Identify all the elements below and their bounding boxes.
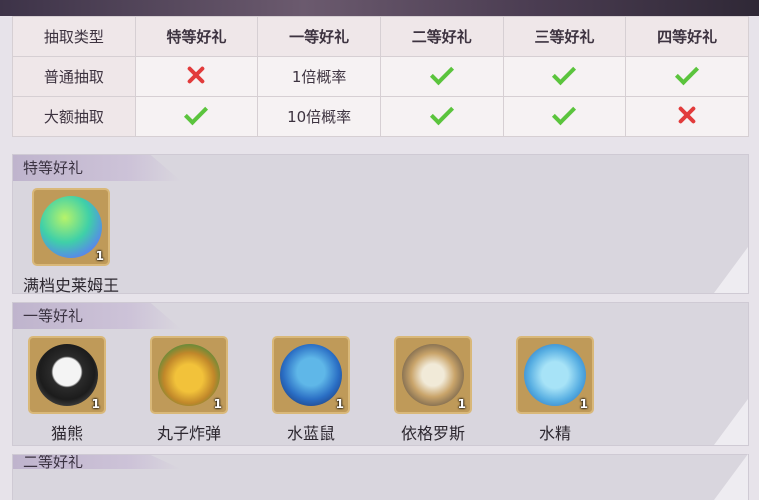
header-first-prize: 一等好礼 (257, 16, 381, 57)
cell-check (379, 96, 504, 137)
header-fourth-prize: 四等好礼 (625, 16, 749, 57)
prize-item[interactable]: 1 依格罗斯 (383, 336, 483, 444)
item-count: 1 (95, 249, 104, 263)
prize-probability-table: 抽取类型 特等好礼 一等好礼 二等好礼 三等好礼 四等好礼 普通抽取 1倍概率 … (12, 16, 749, 137)
header-second-prize: 二等好礼 (379, 16, 504, 57)
item-frame: 1 (28, 336, 106, 414)
item-name: 水精 (538, 424, 571, 443)
cell-probability: 10倍概率 (257, 96, 381, 137)
prize-item[interactable]: 1 水精 (505, 336, 605, 444)
check-icon (552, 60, 577, 85)
check-icon (429, 100, 454, 125)
cell-cross (625, 96, 749, 137)
top-banner-strip (0, 0, 759, 16)
item-frame: 1 (272, 336, 350, 414)
cell-cross (134, 56, 259, 97)
first-prize-section: 一等好礼 1 猫熊 1 丸子炸弹 1 水蓝鼠 1 依格罗斯 1 水精 (12, 302, 749, 446)
water-spirit-icon (524, 344, 586, 406)
item-count: 1 (579, 397, 588, 411)
section-title: 特等好礼 (13, 155, 181, 181)
cell-check (502, 96, 627, 137)
igros-icon (402, 344, 464, 406)
row-label-large-draw: 大额抽取 (12, 96, 136, 137)
prize-item[interactable]: 1 满档史莱姆王 (16, 188, 126, 296)
item-count: 1 (213, 397, 222, 411)
item-name: 依格罗斯 (400, 424, 465, 443)
cross-icon (186, 65, 206, 85)
check-icon (675, 60, 700, 85)
cross-icon (677, 105, 697, 125)
item-frame: 1 (394, 336, 472, 414)
item-count: 1 (335, 397, 344, 411)
cell-probability: 1倍概率 (257, 56, 381, 97)
prize-item[interactable]: 1 水蓝鼠 (261, 336, 361, 444)
slime-king-icon (40, 196, 102, 258)
table-row: 大额抽取 10倍概率 (12, 96, 749, 137)
table-header-row: 抽取类型 特等好礼 一等好礼 二等好礼 三等好礼 四等好礼 (12, 16, 749, 57)
header-third-prize: 三等好礼 (502, 16, 627, 57)
header-special-prize: 特等好礼 (134, 16, 259, 57)
item-count: 1 (91, 397, 100, 411)
check-icon (429, 60, 454, 85)
section-title: 一等好礼 (13, 303, 181, 329)
prize-item[interactable]: 1 丸子炸弹 (139, 336, 239, 444)
check-icon (552, 100, 577, 125)
cell-check (379, 56, 504, 97)
item-name: 丸子炸弹 (156, 424, 221, 443)
item-count: 1 (457, 397, 466, 411)
item-frame: 1 (32, 188, 110, 266)
special-prize-section: 特等好礼 1 满档史莱姆王 (12, 154, 749, 296)
item-name: 水蓝鼠 (286, 424, 335, 443)
cell-check (502, 56, 627, 97)
cell-check (625, 56, 749, 97)
cell-check (134, 96, 259, 137)
item-name: 满档史莱姆王 (22, 276, 119, 295)
water-mouse-icon (280, 344, 342, 406)
check-icon (184, 100, 209, 125)
prize-item[interactable]: 1 猫熊 (17, 336, 117, 444)
item-name: 猫熊 (50, 424, 83, 443)
panda-icon (36, 344, 98, 406)
item-frame: 1 (150, 336, 228, 414)
table-row: 普通抽取 1倍概率 (12, 56, 749, 97)
item-frame: 1 (516, 336, 594, 414)
header-draw-type: 抽取类型 (12, 16, 136, 57)
second-prize-section: 二等好礼 (12, 454, 749, 500)
ball-bomb-icon (158, 344, 220, 406)
row-label-normal-draw: 普通抽取 (12, 56, 136, 97)
section-title: 二等好礼 (13, 455, 181, 469)
prize-panel: 抽取类型 特等好礼 一等好礼 二等好礼 三等好礼 四等好礼 普通抽取 1倍概率 … (12, 16, 750, 137)
